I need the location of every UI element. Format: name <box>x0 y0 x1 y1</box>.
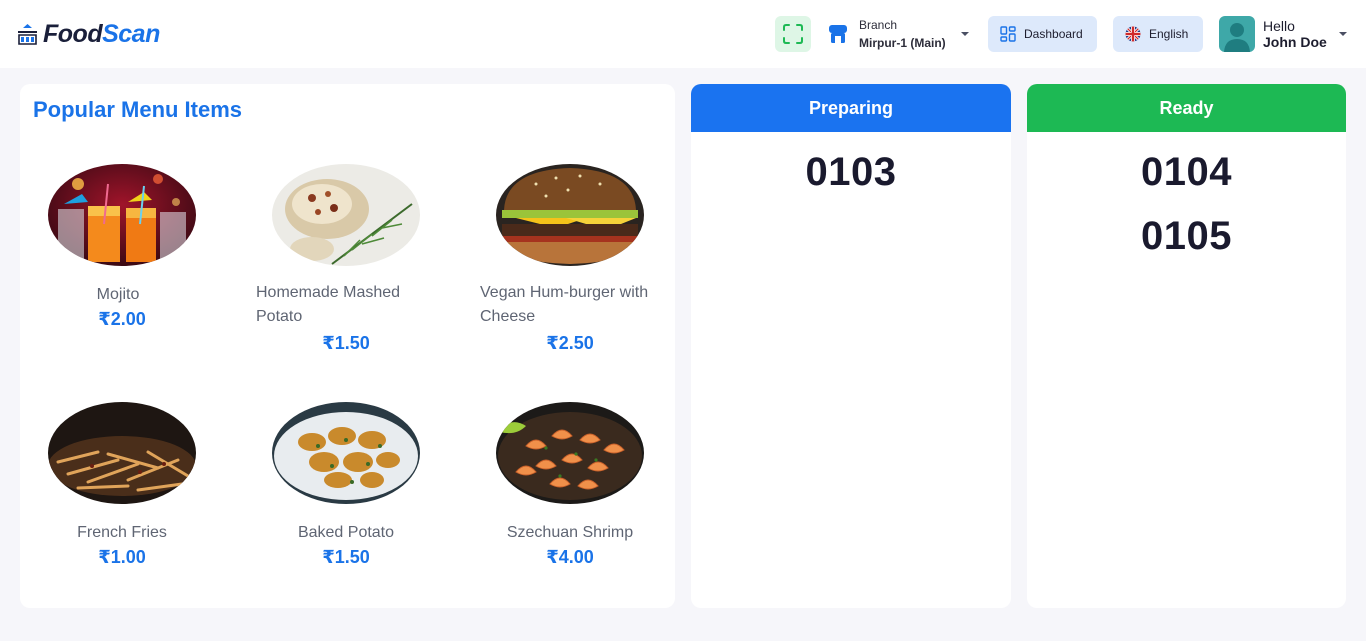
menu-item-price: ₹2.50 <box>546 333 594 353</box>
greeting-text: Hello <box>1263 18 1295 34</box>
menu-item-image[interactable] <box>48 164 196 266</box>
menu-item-image[interactable] <box>272 402 420 504</box>
preparing-panel: Preparing 0103 <box>691 84 1011 608</box>
uk-flag-icon <box>1125 26 1141 42</box>
ready-panel: Ready 0104 0105 <box>1027 84 1346 608</box>
menu-item-price: ₹1.50 <box>322 333 370 353</box>
user-menu[interactable]: Hello John Doe <box>1219 16 1351 52</box>
menu-item-name: Baked Potato <box>297 524 395 541</box>
mashed-potato-photo <box>272 164 420 266</box>
branch-value: Mirpur-1 (Main) <box>859 36 946 50</box>
restaurant-cloche-icon <box>18 24 37 45</box>
burger-photo <box>496 164 644 266</box>
menu-item-image[interactable] <box>496 402 644 504</box>
avatar <box>1219 16 1255 52</box>
menu-item-name-line: Homemade Mashed <box>256 284 401 301</box>
top-header: FoodScan Branch Mirpur-1 (Main) Dashboar… <box>0 0 1366 68</box>
logo-text: FoodScan <box>43 20 160 49</box>
branch-selector[interactable]: Branch Mirpur-1 (Main) <box>828 16 976 52</box>
menu-item-image[interactable] <box>496 164 644 266</box>
logo-word-food: Food <box>43 19 103 48</box>
menu-item-name-line: Vegan Hum-burger with <box>480 284 649 301</box>
user-name: John Doe <box>1263 34 1327 50</box>
menu-item-name: Vegan Hum-burger with Cheese <box>480 281 670 329</box>
menu-item-price: ₹4.00 <box>546 547 594 567</box>
ready-order-number: 0104 <box>1141 150 1232 194</box>
menu-item-image[interactable] <box>48 402 196 504</box>
popular-menu-card: Popular Menu Items Mojito ₹2.00 Homemade… <box>20 84 675 608</box>
ready-header: Ready <box>1027 84 1346 132</box>
menu-item-price: ₹2.00 <box>98 309 146 329</box>
chevron-down-icon <box>961 32 969 36</box>
foodscan-logo[interactable]: FoodScan <box>16 19 160 49</box>
menu-item-name: Homemade Mashed Potato <box>256 281 446 329</box>
chevron-down-icon <box>1339 32 1347 36</box>
scan-frame-icon <box>783 24 803 44</box>
preparing-header: Preparing <box>691 84 1011 132</box>
menu-item-name-line: Potato <box>256 308 303 325</box>
preparing-order-number: 0103 <box>805 150 897 194</box>
mojito-photo <box>48 164 196 266</box>
ready-order-number: 0105 <box>1141 214 1232 258</box>
menu-item-price: ₹1.00 <box>98 547 146 567</box>
popular-menu-title: Popular Menu Items <box>33 97 243 122</box>
menu-item-name: Mojito <box>96 286 140 303</box>
logo-word-scan: Scan <box>102 19 160 48</box>
user-avatar-icon <box>1219 16 1255 52</box>
dashboard-button[interactable]: Dashboard <box>988 16 1097 52</box>
dashboard-button-label: Dashboard <box>1024 27 1083 41</box>
french-fries-photo <box>48 402 196 504</box>
language-selector[interactable]: English <box>1113 16 1203 52</box>
menu-item-name-line: Cheese <box>480 308 536 325</box>
store-icon <box>829 25 847 43</box>
menu-item-price: ₹1.50 <box>322 547 370 567</box>
menu-item-image[interactable] <box>272 164 420 266</box>
dashboard-grid-icon <box>1000 26 1016 42</box>
branch-label: Branch <box>859 18 898 32</box>
shrimp-photo <box>496 402 644 504</box>
menu-item-name: French Fries <box>77 524 167 541</box>
baked-potato-photo <box>272 402 420 504</box>
qr-scan-button[interactable] <box>775 16 811 52</box>
language-label: English <box>1149 27 1189 41</box>
menu-item-name: Szechuan Shrimp <box>506 524 634 541</box>
